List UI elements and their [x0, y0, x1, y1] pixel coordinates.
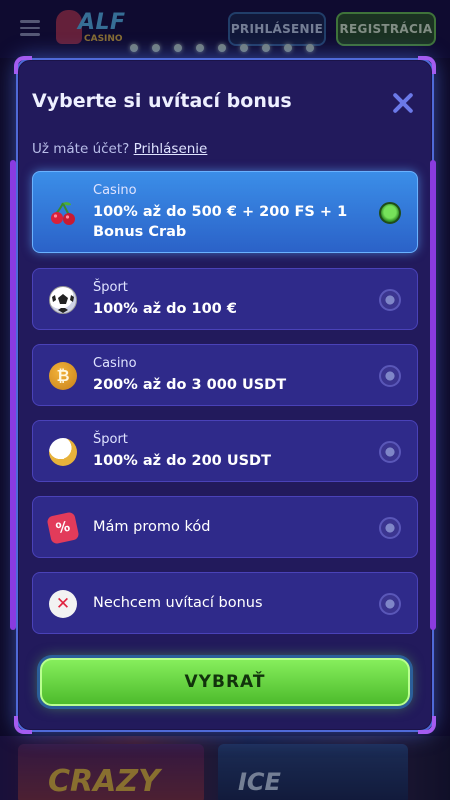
dialog-corner [14, 716, 32, 734]
bonus-option-sport-usdt[interactable]: ₿ Šport 100% až do 200 USDT [32, 420, 418, 482]
select-bonus-button[interactable]: VYBRAŤ [40, 658, 410, 706]
account-prompt: Už máte účet? Prihlásenie [32, 141, 207, 157]
dialog-side-glow [10, 160, 16, 630]
bitcoin-ball-icon: ₿ [49, 438, 77, 466]
option-category: Šport [93, 432, 128, 447]
option-text: 100% až do 500 € + 200 FS + 1 Bonus Crab [93, 204, 348, 240]
cherry-icon [49, 199, 77, 227]
dialog-side-glow [430, 160, 436, 630]
bitcoin-icon: ₿ [49, 362, 77, 390]
option-category: Casino [93, 356, 137, 371]
login-link[interactable]: Prihlásenie [134, 141, 208, 157]
option-category: Šport [93, 280, 128, 295]
radio-unselected[interactable] [379, 517, 401, 539]
soccer-ball-icon [49, 286, 77, 314]
option-category: Casino [93, 183, 137, 198]
option-text: 100% až do 200 USDT [93, 453, 271, 469]
bonus-option-sport-100[interactable]: Šport 100% až do 100 € [32, 268, 418, 330]
promo-percent-icon: % [46, 511, 80, 545]
bonus-option-casino-usdt[interactable]: ₿ Casino 200% až do 3 000 USDT [32, 344, 418, 406]
radio-selected[interactable] [379, 202, 401, 224]
no-bonus-icon: ✕ [49, 590, 77, 618]
bonus-option-no-bonus[interactable]: ✕ Nechcem uvítací bonus [32, 572, 418, 634]
radio-unselected[interactable] [379, 289, 401, 311]
close-icon[interactable] [390, 90, 416, 116]
option-text: 100% až do 100 € [93, 301, 237, 317]
option-text: Nechcem uvítací bonus [93, 595, 263, 611]
select-bonus-label: VYBRAŤ [184, 672, 266, 692]
option-text: Mám promo kód [93, 519, 211, 535]
account-prompt-text: Už máte účet? [32, 141, 130, 157]
dialog-corner [418, 56, 436, 74]
bonus-option-promo-code[interactable]: % Mám promo kód [32, 496, 418, 558]
dialog-title: Vyberte si uvítací bonus [32, 90, 292, 112]
option-text: 200% až do 3 000 USDT [93, 377, 287, 393]
radio-unselected[interactable] [379, 441, 401, 463]
radio-unselected[interactable] [379, 593, 401, 615]
bonus-option-casino-500[interactable]: Casino 100% až do 500 € + 200 FS + 1 Bon… [32, 171, 418, 253]
dialog-corner [14, 56, 32, 74]
radio-unselected[interactable] [379, 365, 401, 387]
